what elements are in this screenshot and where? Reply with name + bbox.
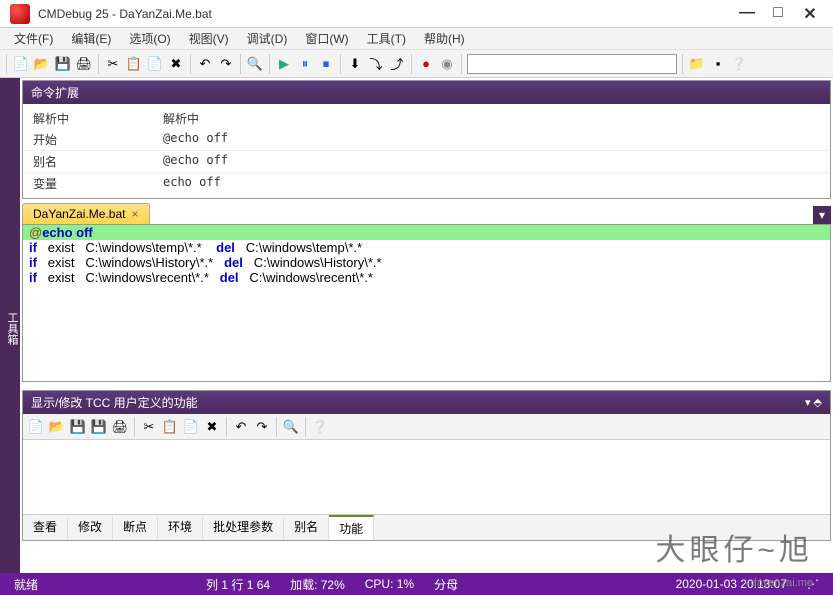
menu-help[interactable]: 帮助(H) xyxy=(416,28,473,49)
cmdext-key: 变量 xyxy=(33,175,163,192)
tab-1[interactable]: 修改 xyxy=(68,515,113,540)
p2-copy-icon[interactable]: 📋 xyxy=(161,418,179,436)
close-button[interactable]: ✕ xyxy=(803,4,817,24)
copy-icon[interactable]: 📋 xyxy=(125,55,143,73)
status-bar: 就绪 列 1 行 1 64 加载: 72% CPU: 1% 分母 2020-01… xyxy=(0,573,833,595)
undo-icon[interactable]: ↶ xyxy=(196,55,214,73)
code-editor[interactable]: @echo offif exist C:\windows\temp\*.* de… xyxy=(22,224,831,382)
menu-options[interactable]: 选项(O) xyxy=(121,28,178,49)
new-icon[interactable]: 📄 xyxy=(12,55,30,73)
tab-4[interactable]: 批处理参数 xyxy=(203,515,284,540)
menu-debug[interactable]: 调试(D) xyxy=(239,28,296,49)
cmdext-value: @echo off xyxy=(163,153,228,170)
status-cpu: CPU: 1% xyxy=(359,577,420,591)
status-ready: 就绪 xyxy=(8,576,44,593)
print-icon[interactable]: 🖨 xyxy=(75,55,93,73)
p2-print-icon[interactable]: 🖨 xyxy=(111,418,129,436)
title-bar: CMDebug 25 - DaYanZai.Me.bat — □ ✕ xyxy=(0,0,833,28)
pin-icon[interactable]: ▾ ⬘ xyxy=(805,396,822,409)
terminal-icon[interactable]: ▪ xyxy=(709,55,727,73)
p2-help-icon[interactable]: ❔ xyxy=(311,418,329,436)
help-icon[interactable]: ❔ xyxy=(730,55,748,73)
p2-find-icon[interactable]: 🔍 xyxy=(282,418,300,436)
menu-view[interactable]: 视图(V) xyxy=(181,28,237,49)
menu-tools[interactable]: 工具(T) xyxy=(359,28,414,49)
p2-undo-icon[interactable]: ↶ xyxy=(232,418,250,436)
cmdext-value: @echo off xyxy=(163,131,228,148)
breakpoint-icon[interactable]: ◉ xyxy=(438,55,456,73)
tab-2[interactable]: 断点 xyxy=(113,515,158,540)
pause-icon[interactable]: ⏸ xyxy=(296,55,314,73)
stop-icon[interactable]: ⏹ xyxy=(317,55,335,73)
find-icon[interactable]: 🔍 xyxy=(246,55,264,73)
file-tab-close-icon[interactable]: × xyxy=(132,207,139,221)
cmdext-row[interactable]: 变量echo off xyxy=(23,173,830,194)
cmdext-row[interactable]: 解析中解析中 xyxy=(23,108,830,129)
p2-new-icon[interactable]: 📄 xyxy=(27,418,45,436)
functions-title: 显示/修改 TCC 用户定义的功能 xyxy=(31,394,198,411)
cmdext-title: 命令扩展 xyxy=(31,84,79,101)
editor-line[interactable]: if exist C:\windows\recent\*.* del C:\wi… xyxy=(23,270,830,285)
tab-3[interactable]: 环境 xyxy=(158,515,203,540)
main-toolbar: 📄 📂 💾 🖨 ✂ 📋 📄 ✖ ↶ ↷ 🔍 ▶ ⏸ ⏹ ⬇ ⤵ ⤴ ● ◉ 📁 … xyxy=(0,50,833,78)
cmdext-row[interactable]: 别名@echo off xyxy=(23,151,830,173)
cmdext-key: 别名 xyxy=(33,153,163,170)
minimize-button[interactable]: — xyxy=(739,4,753,24)
tab-0[interactable]: 查看 xyxy=(23,515,68,540)
redo-icon[interactable]: ↷ xyxy=(217,55,235,73)
open-icon[interactable]: 📂 xyxy=(33,55,51,73)
command-combo[interactable] xyxy=(467,54,677,74)
file-tab-label: DaYanZai.Me.bat xyxy=(33,207,126,221)
cmdext-value: echo off xyxy=(163,175,221,192)
save-icon[interactable]: 💾 xyxy=(54,55,72,73)
menu-window[interactable]: 窗口(W) xyxy=(297,28,356,49)
p2-paste-icon[interactable]: 📄 xyxy=(182,418,200,436)
menu-bar: 文件(F) 编辑(E) 选项(O) 视图(V) 调试(D) 窗口(W) 工具(T… xyxy=(0,28,833,50)
p2-delete-icon[interactable]: ✖ xyxy=(203,418,221,436)
tab-5[interactable]: 别名 xyxy=(284,515,329,540)
stepout-icon[interactable]: ⤴ xyxy=(388,55,406,73)
tab-dropdown-icon[interactable]: ▾ xyxy=(813,206,831,224)
p2-save-icon[interactable]: 💾 xyxy=(69,418,87,436)
menu-edit[interactable]: 编辑(E) xyxy=(63,28,119,49)
status-grip-icon[interactable]: ⋰ xyxy=(801,577,825,591)
cmdext-key: 解析中 xyxy=(33,110,163,127)
p2-saveas-icon[interactable]: 💾 xyxy=(90,418,108,436)
menu-file[interactable]: 文件(F) xyxy=(6,28,61,49)
status-label: 分母 xyxy=(428,576,464,593)
cmdext-value: 解析中 xyxy=(163,110,199,127)
editor-line[interactable]: if exist C:\windows\temp\*.* del C:\wind… xyxy=(23,240,830,255)
file-tab[interactable]: DaYanZai.Me.bat × xyxy=(22,203,150,224)
cmdext-panel: 命令扩展 解析中解析中开始@echo off别名@echo off变量echo … xyxy=(22,80,831,199)
cmdext-key: 开始 xyxy=(33,131,163,148)
p2-redo-icon[interactable]: ↷ xyxy=(253,418,271,436)
p2-cut-icon[interactable]: ✂ xyxy=(140,418,158,436)
editor-line[interactable]: if exist C:\windows\History\*.* del C:\w… xyxy=(23,255,830,270)
record-icon[interactable]: ● xyxy=(417,55,435,73)
cut-icon[interactable]: ✂ xyxy=(104,55,122,73)
status-pos: 列 1 行 1 64 xyxy=(200,576,276,593)
delete-icon[interactable]: ✖ xyxy=(167,55,185,73)
status-load: 加载: 72% xyxy=(284,576,351,593)
editor-line[interactable]: @echo off xyxy=(23,225,830,240)
paste-icon[interactable]: 📄 xyxy=(146,55,164,73)
functions-panel: 显示/修改 TCC 用户定义的功能 ▾ ⬘ 📄 📂 💾 💾 🖨 ✂ 📋 📄 ✖ … xyxy=(22,390,831,541)
app-icon xyxy=(10,4,30,24)
cmdext-row[interactable]: 开始@echo off xyxy=(23,129,830,151)
sidebar-toolbox[interactable]: 工具箱 xyxy=(0,78,20,573)
stepover-icon[interactable]: ⤵ xyxy=(367,55,385,73)
folder-icon[interactable]: 📁 xyxy=(688,55,706,73)
p2-open-icon[interactable]: 📂 xyxy=(48,418,66,436)
window-title: CMDebug 25 - DaYanZai.Me.bat xyxy=(38,7,739,21)
run-icon[interactable]: ▶ xyxy=(275,55,293,73)
stepinto-icon[interactable]: ⬇ xyxy=(346,55,364,73)
maximize-button[interactable]: □ xyxy=(771,4,785,24)
functions-content[interactable] xyxy=(23,440,830,514)
tab-6[interactable]: 功能 xyxy=(329,515,374,540)
status-time: 2020-01-03 20:13:07 xyxy=(670,577,793,591)
